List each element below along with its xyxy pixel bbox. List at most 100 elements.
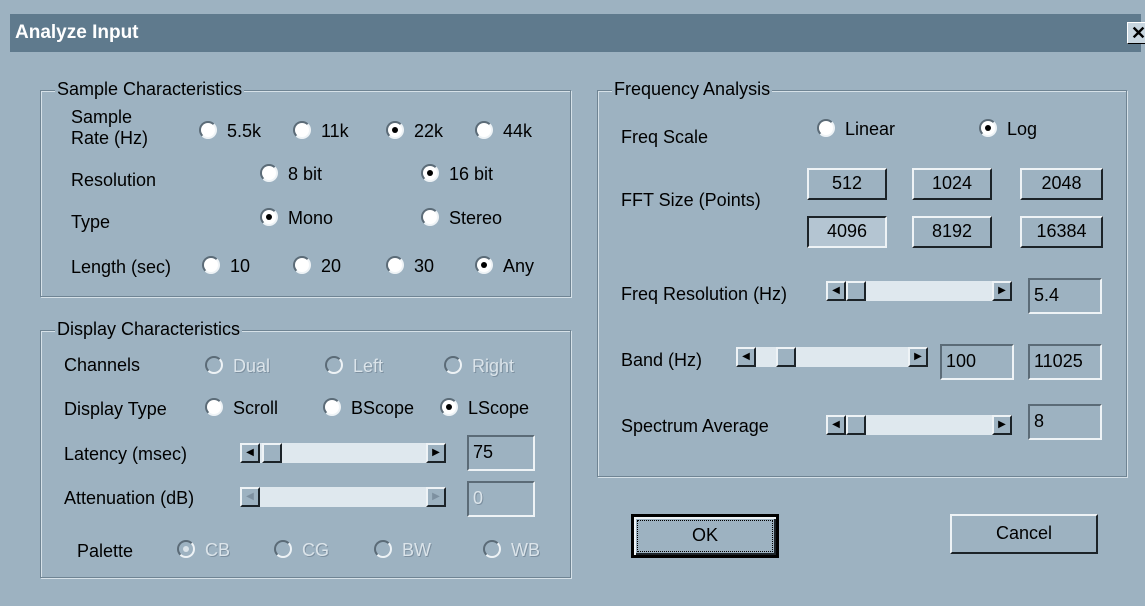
display-type-option-label: LScope	[468, 398, 530, 418]
fft-4096-button[interactable]: 4096	[807, 216, 887, 248]
spectrum-average-slider[interactable]: ◀ ▶	[826, 415, 1012, 435]
scroll-right-icon[interactable]: ▶	[908, 347, 928, 367]
band-slider[interactable]: ◀ ▶	[736, 347, 928, 367]
band-high-input[interactable]: 11025	[1028, 344, 1102, 380]
freq-scale-linear-radio[interactable]: Linear	[817, 118, 895, 140]
freq-resolution-input[interactable]: 5.4	[1028, 278, 1102, 314]
band-label: Band (Hz)	[621, 350, 703, 370]
radio-indicator	[323, 398, 341, 416]
length-option-label: 10	[230, 256, 251, 276]
radio-indicator	[374, 540, 392, 558]
scroll-right-icon[interactable]: ▶	[426, 443, 446, 463]
latency-slider-thumb[interactable]	[262, 443, 282, 463]
attenuation-input[interactable]: 0	[467, 481, 535, 517]
length-20-radio[interactable]: 20	[293, 255, 341, 277]
spectrum-average-slider-thumb[interactable]	[846, 415, 866, 435]
palette-option-label: BW	[402, 540, 431, 560]
channel-right-radio[interactable]: Right	[444, 355, 514, 377]
palette-wb-radio[interactable]: WB	[483, 539, 540, 561]
radio-indicator	[444, 356, 462, 374]
scroll-right-icon[interactable]: ▶	[992, 415, 1012, 435]
close-icon: ✕	[1131, 23, 1145, 43]
fft-16384-button[interactable]: 16384	[1020, 216, 1103, 248]
freq-scale-option-label: Linear	[845, 119, 896, 139]
length-any-radio[interactable]: Any	[475, 255, 534, 277]
resolution-8bit-radio[interactable]: 8 bit	[260, 163, 322, 185]
attenuation-slider[interactable]: ◀ ▶	[240, 487, 446, 507]
channel-dual-radio[interactable]: Dual	[205, 355, 270, 377]
cancel-button[interactable]: Cancel	[950, 514, 1098, 554]
freq-resolution-slider[interactable]: ◀ ▶	[826, 281, 1012, 301]
radio-indicator	[421, 208, 439, 226]
resolution-option-label: 8 bit	[288, 164, 323, 184]
spectrum-average-input[interactable]: 8	[1028, 404, 1102, 440]
band-slider-thumb[interactable]	[776, 347, 796, 367]
latency-input[interactable]: 75	[467, 435, 535, 471]
display-bscope-radio[interactable]: BScope	[323, 397, 414, 419]
attenuation-label: Attenuation (dB)	[64, 488, 195, 508]
scroll-left-icon[interactable]: ◀	[240, 487, 260, 507]
radio-indicator	[979, 119, 997, 137]
scroll-left-icon[interactable]: ◀	[736, 347, 756, 367]
radio-indicator	[293, 121, 311, 139]
length-10-radio[interactable]: 10	[202, 255, 250, 277]
spectrum-average-label: Spectrum Average	[621, 416, 769, 436]
palette-cg-radio[interactable]: CG	[274, 539, 329, 561]
rate-22k-radio[interactable]: 22k	[386, 120, 443, 142]
title-bar[interactable]: Analyze Input ✕	[10, 14, 1145, 52]
rate-11k-radio[interactable]: 11k	[293, 120, 349, 142]
display-scroll-radio[interactable]: Scroll	[205, 397, 278, 419]
scroll-right-icon[interactable]: ▶	[992, 281, 1012, 301]
type-mono-radio[interactable]: Mono	[260, 207, 333, 229]
display-type-option-label: Scroll	[233, 398, 279, 418]
fft-1024-button[interactable]: 1024	[912, 168, 992, 200]
sample-rate-label-line1: Sample	[71, 107, 133, 127]
resolution-option-label: 16 bit	[449, 164, 494, 184]
palette-option-label: CB	[205, 540, 231, 560]
radio-indicator	[205, 356, 223, 374]
radio-indicator	[483, 540, 501, 558]
channel-option-label: Left	[353, 356, 384, 376]
length-option-label: 20	[321, 256, 342, 276]
rate-44k-radio[interactable]: 44k	[475, 120, 532, 142]
rate-label: 11k	[321, 121, 349, 141]
palette-label: Palette	[77, 541, 134, 561]
type-stereo-radio[interactable]: Stereo	[421, 207, 502, 229]
radio-indicator	[421, 164, 439, 182]
fft-512-button[interactable]: 512	[807, 168, 887, 200]
resolution-16bit-radio[interactable]: 16 bit	[421, 163, 493, 185]
close-button[interactable]: ✕	[1127, 22, 1145, 44]
band-low-input[interactable]: 100	[940, 344, 1014, 380]
fft-8192-button[interactable]: 8192	[912, 216, 992, 248]
radio-indicator	[199, 121, 217, 139]
resolution-label: Resolution	[71, 170, 157, 190]
scroll-left-icon[interactable]: ◀	[826, 415, 846, 435]
fft-2048-button[interactable]: 2048	[1020, 168, 1103, 200]
radio-indicator	[260, 208, 278, 226]
channel-left-radio[interactable]: Left	[325, 355, 383, 377]
ok-button[interactable]: OK	[631, 514, 779, 558]
freq-scale-option-label: Log	[1007, 119, 1038, 139]
display-lscope-radio[interactable]: LScope	[440, 397, 529, 419]
freq-scale-log-radio[interactable]: Log	[979, 118, 1037, 140]
channel-option-label: Right	[472, 356, 515, 376]
latency-slider[interactable]: ◀ ▶	[240, 443, 446, 463]
scroll-right-icon[interactable]: ▶	[426, 487, 446, 507]
rate-label: 22k	[414, 121, 444, 141]
radio-indicator	[475, 256, 493, 274]
window-title: Analyze Input	[15, 22, 139, 43]
radio-indicator	[325, 356, 343, 374]
rate-5-5k-radio[interactable]: 5.5k	[199, 120, 261, 142]
palette-cb-radio[interactable]: CB	[177, 539, 230, 561]
display-type-label: Display Type	[64, 399, 167, 419]
display-type-option-label: BScope	[351, 398, 415, 418]
scroll-left-icon[interactable]: ◀	[826, 281, 846, 301]
freq-resolution-slider-thumb[interactable]	[846, 281, 866, 301]
radio-indicator	[475, 121, 493, 139]
radio-indicator	[274, 540, 292, 558]
sample-characteristics-legend: Sample Characteristics	[55, 79, 245, 100]
palette-bw-radio[interactable]: BW	[374, 539, 431, 561]
scroll-left-icon[interactable]: ◀	[240, 443, 260, 463]
type-label: Type	[71, 212, 111, 232]
length-30-radio[interactable]: 30	[386, 255, 434, 277]
